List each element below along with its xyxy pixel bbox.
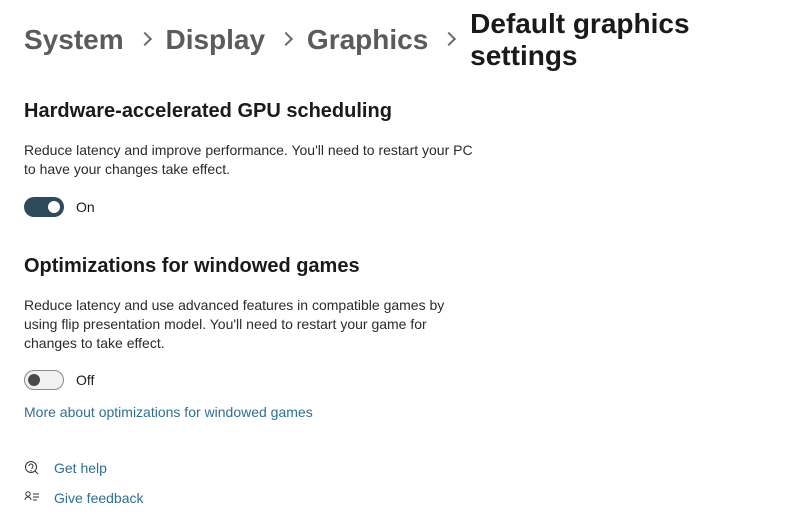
breadcrumb-display[interactable]: Display — [165, 24, 265, 56]
toggle-knob — [48, 201, 60, 213]
windowed-toggle[interactable] — [24, 370, 64, 390]
get-help-link[interactable]: Get help — [24, 460, 798, 476]
gpu-toggle-label: On — [76, 199, 95, 215]
breadcrumb-system[interactable]: System — [24, 24, 124, 56]
get-help-text: Get help — [54, 460, 107, 476]
windowed-games-section: Optimizations for windowed games Reduce … — [24, 255, 798, 423]
gpu-section-desc: Reduce latency and improve performance. … — [24, 141, 474, 179]
windowed-section-desc: Reduce latency and use advanced features… — [24, 296, 474, 353]
gpu-scheduling-section: Hardware-accelerated GPU scheduling Redu… — [24, 100, 798, 217]
windowed-toggle-label: Off — [76, 372, 94, 388]
breadcrumb-graphics[interactable]: Graphics — [307, 24, 428, 56]
windowed-more-link[interactable]: More about optimizations for windowed ga… — [24, 404, 313, 420]
chevron-right-icon — [279, 32, 293, 46]
footer-links: Get help Give feedback — [24, 460, 798, 506]
chevron-right-icon — [442, 32, 456, 46]
gpu-section-title: Hardware-accelerated GPU scheduling — [24, 100, 798, 123]
help-icon — [24, 460, 40, 476]
windowed-toggle-row: Off — [24, 370, 798, 390]
gpu-toggle[interactable] — [24, 197, 64, 217]
feedback-icon — [24, 490, 40, 506]
gpu-toggle-row: On — [24, 197, 798, 217]
windowed-section-title: Optimizations for windowed games — [24, 255, 798, 278]
give-feedback-text: Give feedback — [54, 490, 144, 506]
toggle-knob — [28, 374, 40, 386]
chevron-right-icon — [138, 32, 152, 46]
give-feedback-link[interactable]: Give feedback — [24, 490, 798, 506]
breadcrumb-current: Default graphics settings — [470, 8, 798, 72]
breadcrumb: System Display Graphics Default graphics… — [24, 8, 798, 72]
